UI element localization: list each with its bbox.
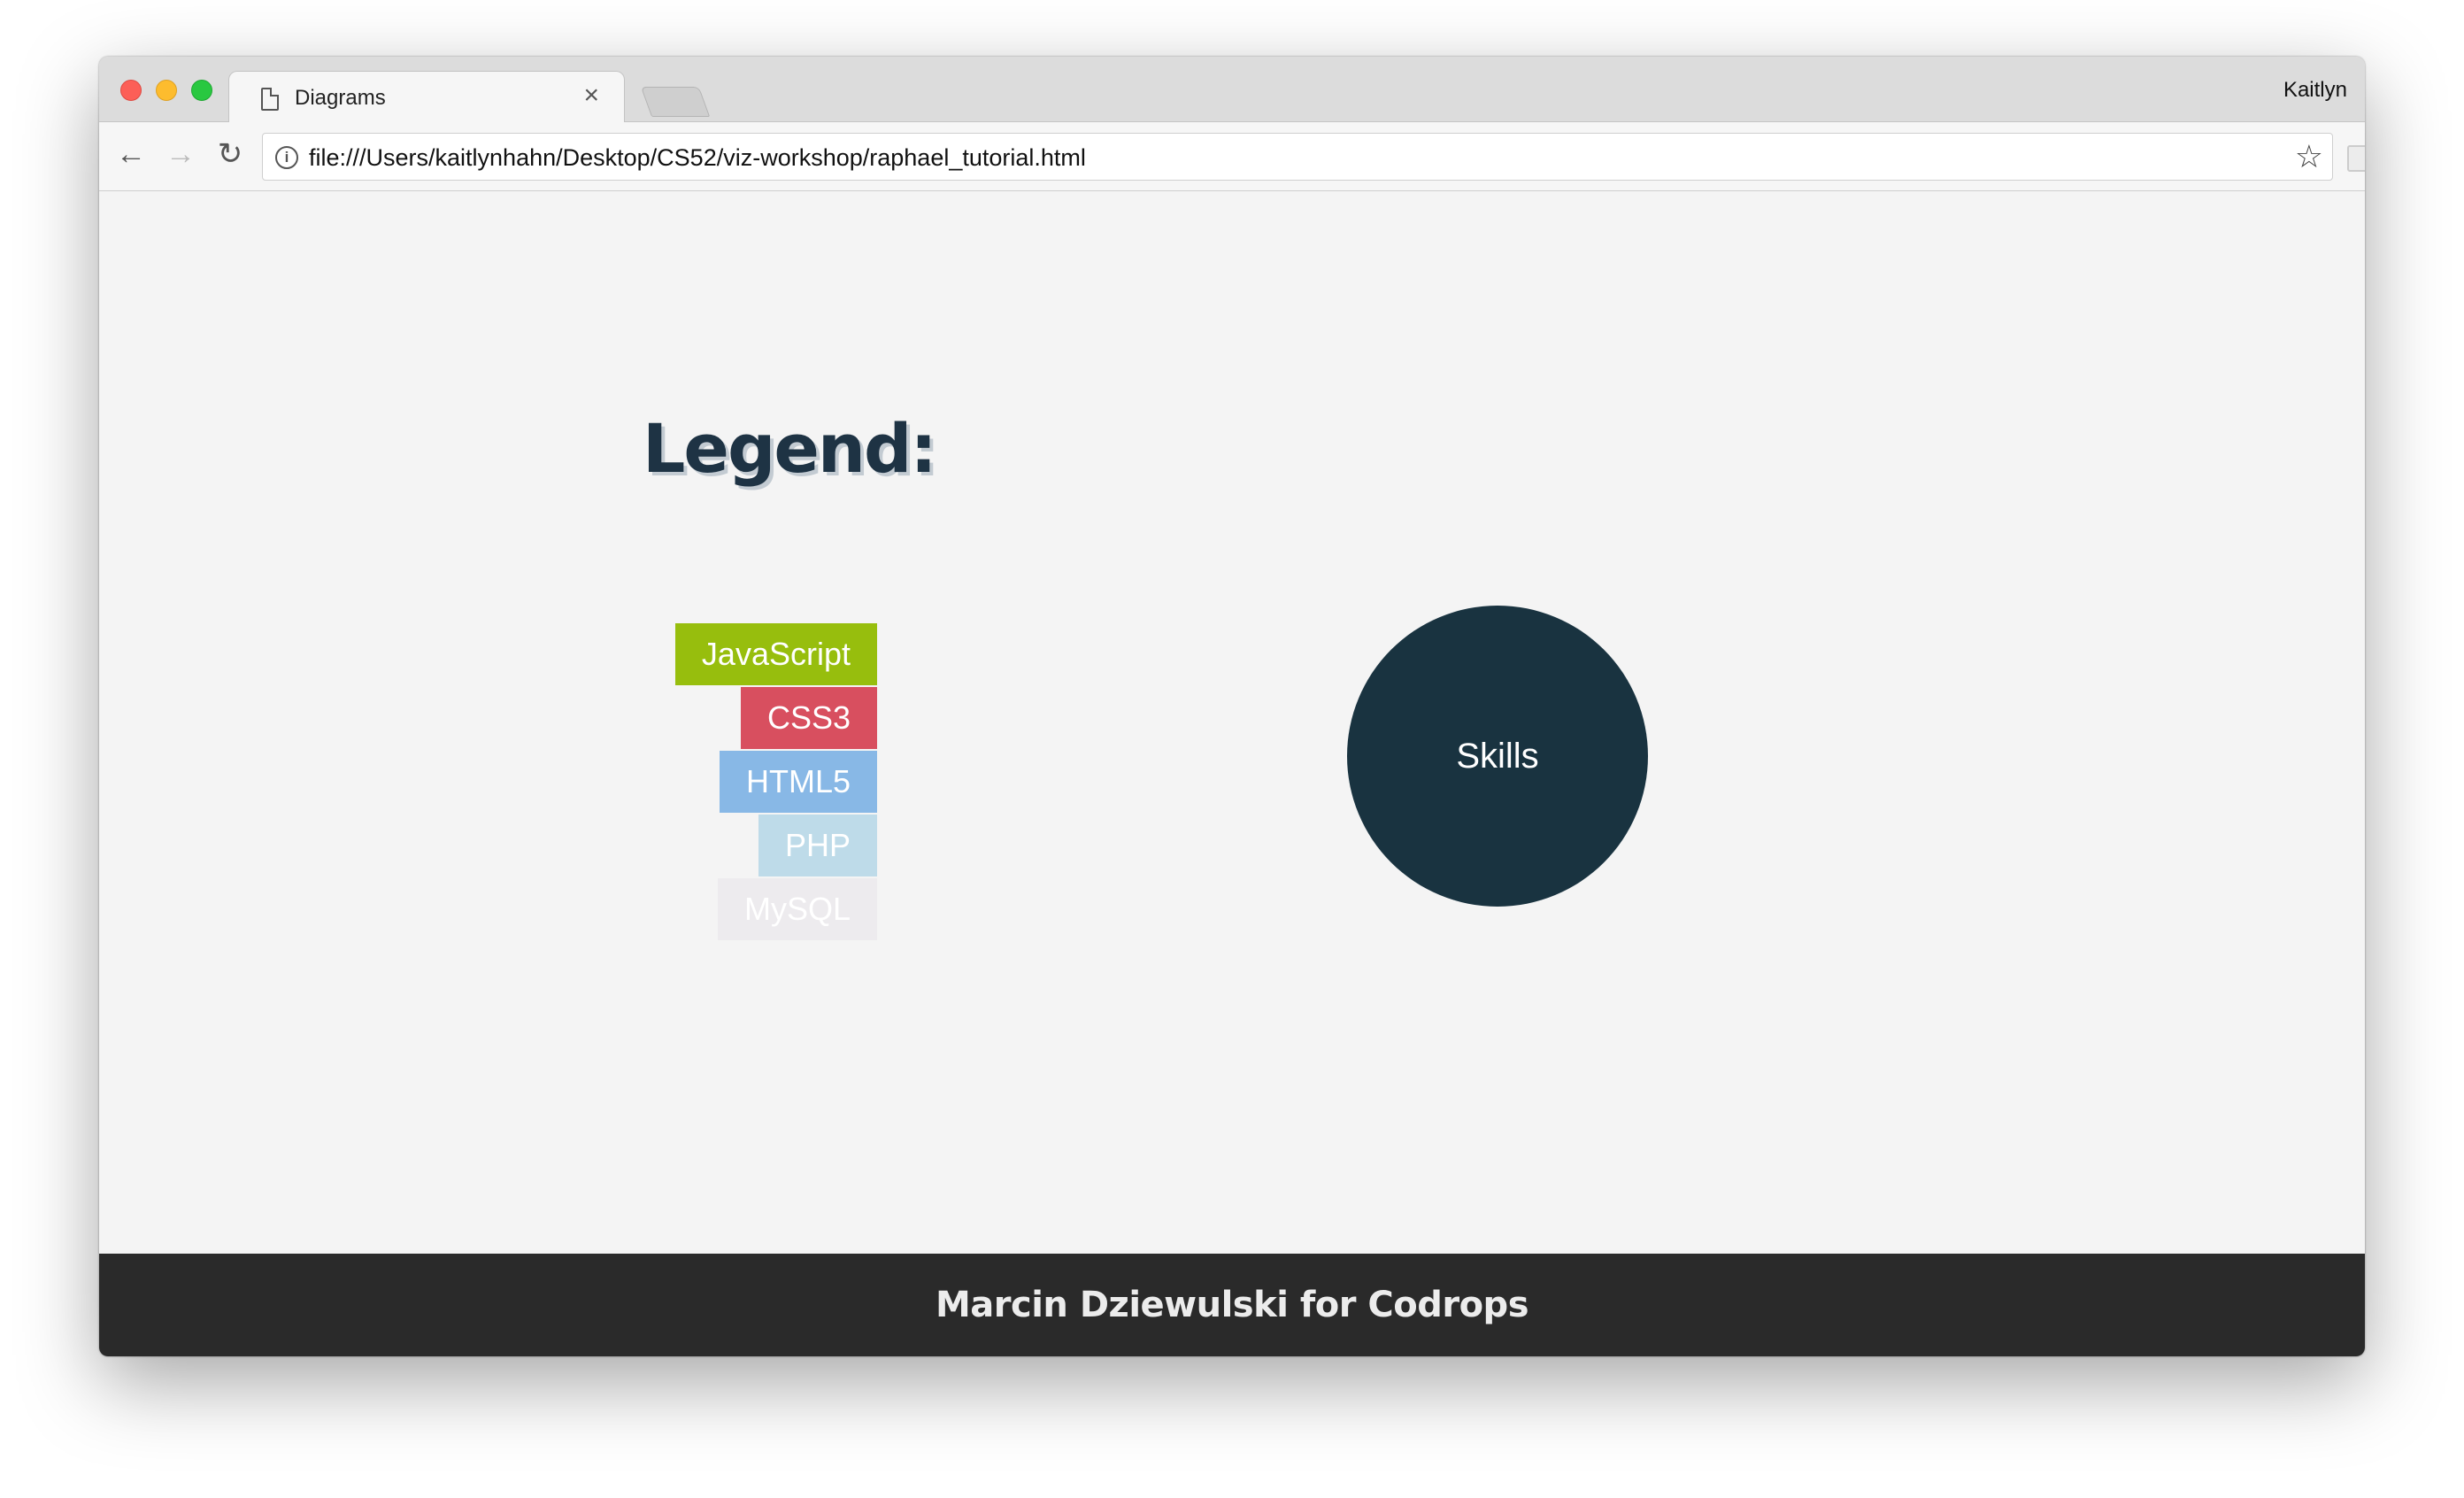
- extension-icon[interactable]: [2347, 145, 2365, 172]
- tab-strip: Diagrams × Kaitlyn: [99, 57, 2365, 124]
- document-icon: [261, 88, 279, 111]
- page-content: Legend: JavaScript CSS3 HTML5 PHP MySQL …: [99, 191, 2365, 1255]
- legend-item-css3[interactable]: CSS3: [740, 687, 877, 749]
- footer-credit: Marcin Dziewulski for Codrops: [935, 1285, 1529, 1325]
- window-close-button[interactable]: [120, 80, 142, 101]
- skills-circle[interactable]: Skills: [1347, 606, 1648, 907]
- bookmark-star-icon[interactable]: ☆: [2295, 139, 2323, 174]
- skills-label: Skills: [1456, 736, 1539, 776]
- footer: Marcin Dziewulski for Codrops: [99, 1254, 2365, 1356]
- window-minimize-button[interactable]: [156, 80, 177, 101]
- legend-item-javascript[interactable]: JavaScript: [674, 623, 877, 685]
- tab-diagrams[interactable]: Diagrams ×: [228, 71, 625, 124]
- forward-arrow-icon[interactable]: →: [161, 135, 200, 174]
- profile-name[interactable]: Kaitlyn: [2283, 78, 2347, 103]
- info-icon[interactable]: i: [275, 146, 298, 169]
- legend-title: Legend:: [643, 409, 937, 488]
- reload-icon[interactable]: ↻: [211, 135, 250, 174]
- browser-window: Diagrams × Kaitlyn ← → ↻ i file:///Users…: [99, 57, 2365, 1356]
- legend-item-html5[interactable]: HTML5: [719, 751, 877, 813]
- browser-toolbar: ← → ↻ i file:///Users/kaitlynhahn/Deskto…: [99, 122, 2365, 191]
- legend-item-mysql[interactable]: MySQL: [717, 878, 877, 940]
- window-maximize-button[interactable]: [191, 80, 212, 101]
- back-arrow-icon[interactable]: ←: [112, 135, 150, 174]
- address-bar[interactable]: i file:///Users/kaitlynhahn/Desktop/CS52…: [262, 133, 2333, 181]
- new-tab-button[interactable]: [640, 87, 711, 117]
- url-text[interactable]: file:///Users/kaitlynhahn/Desktop/CS52/v…: [309, 144, 1086, 172]
- tab-close-icon[interactable]: ×: [583, 81, 599, 110]
- tab-title: Diagrams: [295, 86, 386, 110]
- legend-item-php[interactable]: PHP: [758, 815, 877, 876]
